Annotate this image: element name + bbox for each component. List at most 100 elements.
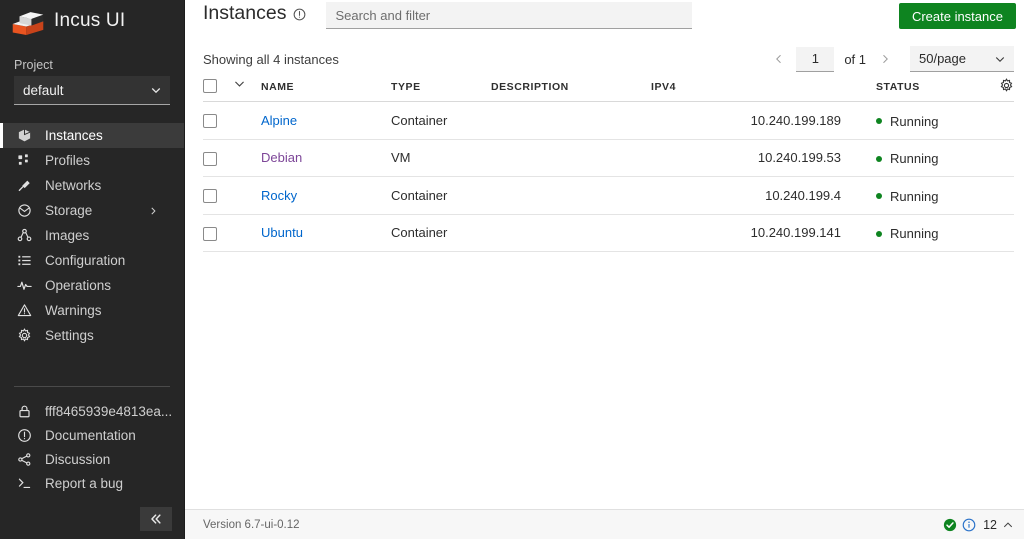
storage-disk-icon xyxy=(17,203,32,218)
cell-name: Alpine xyxy=(261,101,391,140)
row-checkbox[interactable] xyxy=(203,189,217,204)
sidebar-item-operations[interactable]: Operations xyxy=(0,273,184,298)
sidebar-item-label: Operations xyxy=(45,278,112,293)
sidebar-item-documentation[interactable]: Documentation xyxy=(0,423,184,447)
row-expand-cell xyxy=(233,176,261,215)
table-header-row: NAME TYPE DESCRIPTION IPV4 STATUS xyxy=(203,71,1014,102)
sidebar-item-discussion[interactable]: Discussion xyxy=(0,447,184,471)
row-select-cell xyxy=(203,214,233,252)
th-description[interactable]: DESCRIPTION xyxy=(491,71,651,102)
sidebar-item-storage[interactable]: Storage xyxy=(0,198,184,223)
th-ipv4[interactable]: IPV4 xyxy=(651,71,841,102)
sidebar-item-label: Report a bug xyxy=(45,475,124,491)
instance-link[interactable]: Rocky xyxy=(261,188,297,203)
instance-link[interactable]: Alpine xyxy=(261,113,297,128)
incus-box-logo xyxy=(12,12,44,35)
sidebar-collapse-row xyxy=(0,499,184,539)
sidebar-item-networks[interactable]: Networks xyxy=(0,173,184,198)
sidebar-item-instances[interactable]: Instances xyxy=(0,123,184,148)
create-instance-button[interactable]: Create instance xyxy=(898,3,1016,29)
table-row[interactable]: Alpine Container 10.240.199.189 Running xyxy=(203,101,1014,140)
sidebar-item-profiles[interactable]: Profiles xyxy=(0,148,184,173)
sidebar-item-settings[interactable]: Settings xyxy=(0,323,184,348)
row-checkbox[interactable] xyxy=(203,226,217,241)
status-label: Running xyxy=(890,188,939,204)
cell-type: Container xyxy=(391,101,491,140)
sidebar-item-label: Discussion xyxy=(45,451,111,467)
top-bar: Instances Create instance xyxy=(185,0,1024,33)
sidebar-nav: Instances Profiles Networks Storage Imag… xyxy=(0,123,184,348)
info-circle-icon[interactable] xyxy=(962,518,976,532)
cell-status: Running xyxy=(841,214,961,252)
chevron-up-icon[interactable] xyxy=(1002,519,1014,531)
sidebar-item-label: Configuration xyxy=(45,253,126,268)
sidebar-bottom-nav: fff8465939e4813ea... Documentation Discu… xyxy=(0,399,184,499)
cell-status: Running xyxy=(841,176,961,215)
row-expand-cell xyxy=(233,139,261,177)
row-select-cell xyxy=(203,176,233,215)
sidebar-item-label: fff8465939e4813ea... xyxy=(45,403,173,419)
table-row[interactable]: Ubuntu Container 10.240.199.141 Running xyxy=(203,214,1014,252)
showing-count-text: Showing all 4 instances xyxy=(203,51,339,67)
pagination-prev-button[interactable] xyxy=(766,46,792,72)
pagination-next-button[interactable] xyxy=(872,46,898,72)
project-select[interactable]: default xyxy=(14,76,170,105)
status-dot-icon xyxy=(876,155,882,162)
cell-name: Rocky xyxy=(261,176,391,215)
cell-ipv4: 10.240.199.189 xyxy=(651,101,841,140)
chevron-left-icon xyxy=(776,54,782,64)
per-page-value: 50/page xyxy=(919,51,966,66)
table-body: Alpine Container 10.240.199.189 Running xyxy=(203,101,1014,252)
sidebar-item-label: Images xyxy=(45,228,90,243)
sidebar-collapse-button[interactable] xyxy=(140,507,172,531)
th-settings xyxy=(961,71,1014,102)
sidebar-item-warnings[interactable]: Warnings xyxy=(0,298,184,323)
instance-link[interactable]: Debian xyxy=(261,150,302,165)
instance-link[interactable]: Ubuntu xyxy=(261,225,303,240)
th-type[interactable]: TYPE xyxy=(391,71,491,102)
status-label: Running xyxy=(890,113,939,129)
cell-actions xyxy=(961,101,1014,140)
chevron-right-icon[interactable] xyxy=(148,206,158,216)
sidebar-item-images[interactable]: Images xyxy=(0,223,184,248)
search-input[interactable] xyxy=(326,2,693,29)
cell-actions xyxy=(961,214,1014,252)
table-row[interactable]: Rocky Container 10.240.199.4 Running xyxy=(203,176,1014,215)
status-label: Running xyxy=(890,151,939,166)
row-select-cell xyxy=(203,139,233,177)
per-page-select[interactable]: 50/page xyxy=(910,46,1014,72)
check-circle-icon[interactable] xyxy=(943,518,957,532)
pagination: of 1 50/page xyxy=(766,46,1014,72)
pagination-page-input[interactable] xyxy=(796,46,835,72)
sidebar-item-label: Profiles xyxy=(45,153,91,168)
main-panel: Instances Create instance Showing all 4 … xyxy=(185,0,1024,539)
lock-icon xyxy=(17,404,32,419)
status-badge: Running xyxy=(876,114,938,129)
sidebar-item-configuration[interactable]: Configuration xyxy=(0,248,184,273)
sidebar-item-report-a-bug[interactable]: Report a bug xyxy=(0,471,184,495)
content-area: Showing all 4 instances of 1 xyxy=(185,33,1024,539)
sidebar-item-certificate[interactable]: fff8465939e4813ea... xyxy=(0,399,184,423)
chevron-down-icon[interactable] xyxy=(233,77,246,90)
share-nodes-icon xyxy=(17,452,32,467)
notification-count: 12 xyxy=(983,517,997,532)
cell-ipv4: 10.240.199.141 xyxy=(651,214,841,252)
th-select-all xyxy=(203,71,233,102)
network-plug-icon xyxy=(17,178,32,193)
double-chevron-left-icon xyxy=(151,514,161,524)
row-expand-cell xyxy=(233,214,261,252)
row-expand-cell xyxy=(233,101,261,140)
chevron-down-icon xyxy=(151,88,161,94)
gear-icon[interactable] xyxy=(999,78,1014,93)
row-checkbox[interactable] xyxy=(203,151,217,166)
status-badge: Running xyxy=(876,151,938,166)
th-name[interactable]: NAME xyxy=(261,71,391,102)
brand[interactable]: Incus UI xyxy=(0,0,184,42)
sidebar: Incus UI Project default Instances Profi… xyxy=(0,0,185,539)
select-all-checkbox[interactable] xyxy=(203,79,217,93)
row-checkbox[interactable] xyxy=(203,114,217,129)
info-circle-icon[interactable] xyxy=(293,8,306,21)
th-status[interactable]: STATUS xyxy=(841,71,961,102)
sidebar-divider xyxy=(14,386,170,387)
table-row[interactable]: Debian VM 10.240.199.53 Running xyxy=(203,139,1014,177)
